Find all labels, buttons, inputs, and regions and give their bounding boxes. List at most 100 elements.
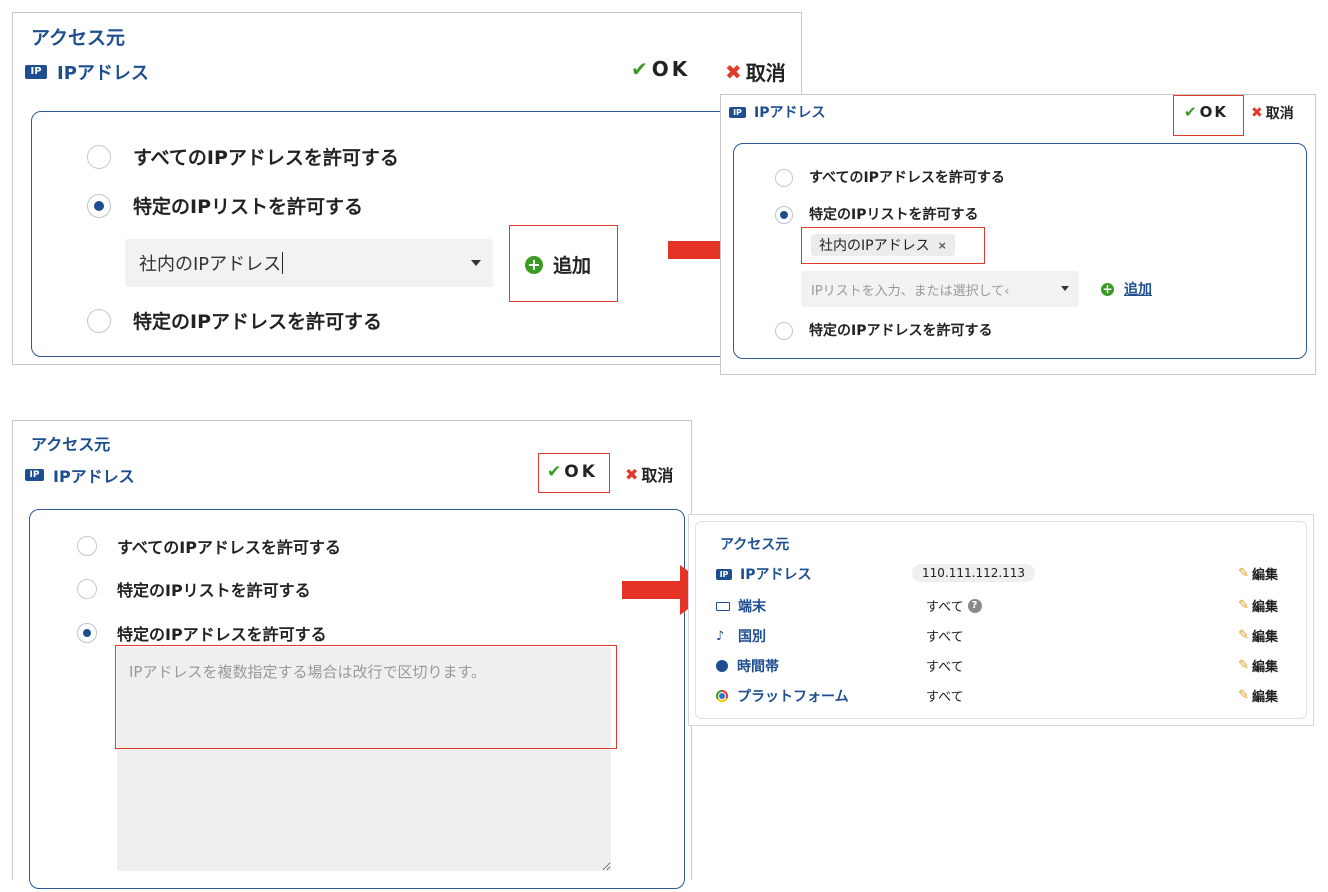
- ip-list-select-placeholder: IPリストを入力、または選択して‹: [811, 283, 1010, 299]
- ok-button[interactable]: ✔ OK: [547, 462, 598, 482]
- highlight-textarea: [115, 645, 617, 749]
- remove-chip-icon[interactable]: ×: [938, 239, 947, 252]
- edit-label: 編集: [1251, 568, 1278, 583]
- ip-badge-icon: IP: [716, 568, 732, 580]
- summary-label-text: 時間帯: [737, 659, 779, 675]
- clock-icon: [716, 660, 728, 672]
- summary-row-ip: IP IPアドレス 110.111.112.113 ✎ 編集: [696, 558, 1306, 588]
- access-source-summary-panel: アクセス元 IP IPアドレス 110.111.112.113 ✎ 編集 端末 …: [688, 514, 1314, 726]
- summary-value-time: すべて: [926, 656, 964, 675]
- summary-label-time: 時間帯: [716, 656, 779, 676]
- radio-all-ip[interactable]: [775, 169, 793, 187]
- option-label-ip-list: 特定のIPリストを許可する: [809, 207, 979, 223]
- ip-address-title: IPアドレス: [57, 63, 149, 84]
- edit-button-country[interactable]: ✎ 編集: [1238, 626, 1278, 645]
- edit-button-device[interactable]: ✎ 編集: [1238, 596, 1278, 615]
- access-source-panel-specific-ip: アクセス元 IP IPアドレス ✔ OK ✖ 取消 すべてのIPアドレスを許可す…: [12, 420, 692, 889]
- chevron-down-icon: [1061, 286, 1069, 291]
- country-icon: ♪: [716, 628, 725, 644]
- option-label-specific-ip: 特定のIPアドレスを許可する: [809, 323, 993, 339]
- radio-all-ip[interactable]: [77, 536, 97, 556]
- radio-specific-ip[interactable]: [77, 623, 97, 643]
- close-icon: ✖: [1251, 105, 1263, 121]
- edit-label: 編集: [1251, 660, 1278, 675]
- check-icon: ✔: [631, 57, 648, 81]
- add-label: 追加: [1124, 282, 1152, 298]
- ip-list-select[interactable]: 社内のIPアドレス: [125, 239, 493, 287]
- radio-specific-ip[interactable]: [775, 322, 793, 340]
- summary-label-country: ♪ 国別: [716, 626, 766, 646]
- edit-button-platform[interactable]: ✎ 編集: [1238, 686, 1278, 705]
- ip-address-title: IPアドレス: [53, 467, 135, 486]
- summary-value-text: すべて: [926, 660, 964, 675]
- access-source-panel-chip-added: IP IPアドレス ✔ OK ✖ 取消 すべてのIPアドレスを許可する 特定のI…: [720, 94, 1316, 375]
- summary-value-text: すべて: [926, 600, 964, 615]
- add-button[interactable]: + 追加: [525, 251, 591, 278]
- ip-address-heading: IP IPアドレス: [25, 59, 149, 85]
- edit-label: 編集: [1251, 690, 1278, 705]
- summary-label-text: 端末: [738, 599, 766, 615]
- pencil-icon: ✎: [1238, 658, 1249, 673]
- access-source-panel-list-select: アクセス元 IP IPアドレス ✔ OK ✖ 取消 すべてのIPアドレスを許可す…: [12, 12, 802, 365]
- pencil-icon: ✎: [1238, 628, 1249, 643]
- chevron-down-icon: [471, 260, 481, 266]
- summary-row-device: 端末 すべて ? ✎ 編集: [696, 590, 1306, 620]
- ip-list-select-value: 社内のIPアドレス: [139, 254, 282, 275]
- close-icon: ✖: [725, 59, 742, 84]
- cancel-button[interactable]: ✖ 取消: [725, 57, 786, 86]
- summary-value-country: すべて: [926, 626, 964, 645]
- cancel-button[interactable]: ✖ 取消: [1251, 103, 1294, 123]
- plus-circle-icon: +: [525, 255, 543, 274]
- pencil-icon: ✎: [1238, 598, 1249, 613]
- ip-address-heading: IP IPアドレス: [25, 463, 135, 487]
- radio-specific-ip[interactable]: [87, 309, 111, 333]
- section-title: アクセス元: [31, 435, 111, 454]
- ip-badge-icon: IP: [25, 469, 44, 481]
- option-label-ip-list: 特定のIPリストを許可する: [133, 196, 363, 218]
- ip-list-search-select[interactable]: IPリストを入力、または選択して‹: [801, 271, 1079, 307]
- chrome-icon: [716, 690, 728, 702]
- cancel-label: 取消: [641, 466, 674, 485]
- ip-value-pill: 110.111.112.113: [912, 564, 1036, 582]
- summary-value-ip: 110.111.112.113: [912, 564, 1036, 582]
- summary-label-ip: IP IPアドレス: [716, 564, 811, 584]
- option-label-ip-list: 特定のIPリストを許可する: [117, 581, 311, 600]
- section-title: アクセス元: [720, 537, 790, 553]
- ok-button[interactable]: ✔ OK: [631, 57, 690, 81]
- pencil-icon: ✎: [1238, 566, 1249, 581]
- edit-label: 編集: [1251, 630, 1278, 645]
- section-title: アクセス元: [31, 27, 126, 49]
- ok-label: OK: [564, 462, 598, 482]
- check-icon: ✔: [547, 462, 562, 482]
- summary-label-text: 国別: [738, 629, 766, 645]
- add-link[interactable]: + 追加: [1101, 279, 1152, 299]
- radio-all-ip[interactable]: [87, 145, 111, 169]
- option-label-all-ip: すべてのIPアドレスを許可する: [809, 170, 1005, 186]
- option-label-all-ip: すべてのIPアドレスを許可する: [133, 147, 399, 169]
- ok-label: OK: [1199, 103, 1228, 121]
- cancel-button[interactable]: ✖ 取消: [625, 462, 673, 486]
- edit-button-time[interactable]: ✎ 編集: [1238, 656, 1278, 675]
- summary-value-text: すべて: [926, 630, 964, 645]
- help-icon[interactable]: ?: [967, 598, 982, 613]
- ip-address-heading: IP IPアドレス: [729, 102, 825, 122]
- selected-ip-list-chip: 社内のIPアドレス ×: [811, 234, 955, 256]
- ok-button[interactable]: ✔ OK: [1184, 103, 1228, 121]
- option-label-specific-ip: 特定のIPアドレスを許可する: [133, 311, 382, 333]
- cancel-label: 取消: [745, 61, 786, 85]
- radio-ip-list[interactable]: [77, 579, 97, 599]
- device-icon: [716, 601, 730, 611]
- radio-ip-list[interactable]: [87, 194, 111, 218]
- summary-label-text: IPアドレス: [740, 567, 812, 583]
- cancel-label: 取消: [1265, 106, 1294, 122]
- summary-row-time: 時間帯 すべて ✎ 編集: [696, 650, 1306, 680]
- ok-label: OK: [651, 57, 691, 81]
- edit-button-ip[interactable]: ✎ 編集: [1238, 564, 1278, 583]
- option-label-all-ip: すべてのIPアドレスを許可する: [117, 538, 341, 557]
- add-label: 追加: [553, 255, 592, 277]
- edit-label: 編集: [1251, 600, 1278, 615]
- radio-ip-list[interactable]: [775, 206, 793, 224]
- ip-badge-icon: IP: [729, 106, 746, 118]
- summary-label-platform: プラットフォーム: [716, 686, 849, 706]
- summary-row-country: ♪ 国別 すべて ✎ 編集: [696, 620, 1306, 650]
